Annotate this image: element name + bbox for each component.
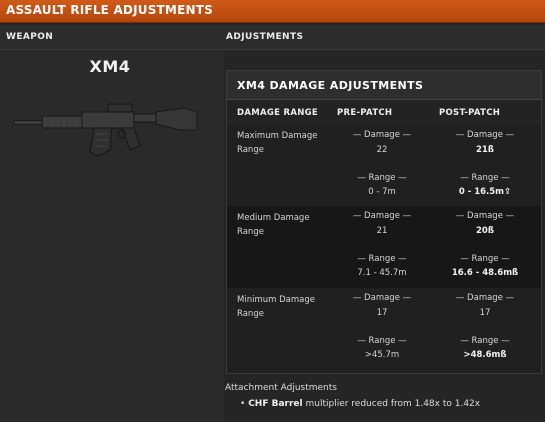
table-title: XM4 DAMAGE ADJUSTMENTS <box>237 79 424 92</box>
bullet: • <box>240 399 246 409</box>
post-range-value: 0 - 16.5m⇪ <box>458 187 512 197</box>
attachment-adjustments-title: Attachment Adjustments <box>225 383 337 393</box>
table-row: Minimum Damage Range — Damage — 17 — Dam… <box>227 288 541 373</box>
post-range-value: >48.6mß <box>463 350 507 360</box>
post-range-label: — Range — <box>460 336 510 346</box>
row-label-line1: Minimum Damage <box>237 295 315 305</box>
pre-damage-value: 17 <box>376 308 388 318</box>
header-pre-patch: PRE-PATCH <box>337 108 393 118</box>
pre-damage-value: 21 <box>376 226 388 236</box>
pre-range-label: — Range — <box>357 254 407 264</box>
pre-damage-label: — Damage — <box>352 211 412 221</box>
weapon-name: XM4 <box>89 57 131 76</box>
pre-damage-value: 22 <box>376 145 388 155</box>
adjustments-column-header: ADJUSTMENTS <box>226 32 304 42</box>
attachment-description: multiplier reduced from 1.48x to 1.42x <box>305 399 481 409</box>
pre-damage-label: — Damage — <box>352 293 412 303</box>
post-range-label: — Range — <box>460 173 510 183</box>
section-banner: ASSAULT RIFLE ADJUSTMENTS <box>0 0 545 23</box>
post-damage-label: — Damage — <box>455 293 515 303</box>
table-row: Medium Damage Range — Damage — 21 — Dama… <box>227 206 541 288</box>
header-damage-range: DAMAGE RANGE <box>237 108 319 118</box>
table-title-bar: XM4 DAMAGE ADJUSTMENTS <box>227 71 541 100</box>
row-label-line2: Range <box>237 227 264 237</box>
post-range-value: 16.6 - 48.6mß <box>451 268 519 278</box>
post-damage-label: — Damage — <box>455 130 515 140</box>
weapon-column-header: WEAPON <box>6 32 54 42</box>
section-title: ASSAULT RIFLE ADJUSTMENTS <box>6 3 213 17</box>
attachment-list-item: • CHF Barrel multiplier reduced from 1.4… <box>240 399 480 409</box>
post-damage-label: — Damage — <box>455 211 515 221</box>
row-label-line2: Range <box>237 309 264 319</box>
post-damage-value: 21ß <box>476 145 494 155</box>
pre-damage-label: — Damage — <box>352 130 412 140</box>
pre-range-label: — Range — <box>357 336 407 346</box>
post-range-label: — Range — <box>460 254 510 264</box>
post-damage-value: 17 <box>479 308 491 318</box>
attachment-name: CHF Barrel <box>248 399 303 409</box>
row-label-line1: Medium Damage <box>237 213 310 223</box>
row-label-line1: Maximum Damage <box>237 131 318 141</box>
pre-range-value: 0 - 7m <box>368 187 396 197</box>
column-header-bar: WEAPON ADJUSTMENTS <box>0 25 545 50</box>
pre-range-label: — Range — <box>357 173 407 183</box>
header-post-patch: POST-PATCH <box>439 108 501 118</box>
table-row: Maximum Damage Range — Damage — 22 — Dam… <box>227 126 541 206</box>
pre-range-value: 7.1 - 45.7m <box>357 268 407 278</box>
post-damage-value: 20ß <box>476 226 494 236</box>
rifle-image <box>13 103 198 157</box>
damage-adjustments-table: XM4 DAMAGE ADJUSTMENTS DAMAGE RANGE PRE-… <box>226 70 542 374</box>
pre-range-value: >45.7m <box>364 350 400 360</box>
row-label-line2: Range <box>237 145 264 155</box>
table-header-row: DAMAGE RANGE PRE-PATCH POST-PATCH <box>227 100 541 126</box>
